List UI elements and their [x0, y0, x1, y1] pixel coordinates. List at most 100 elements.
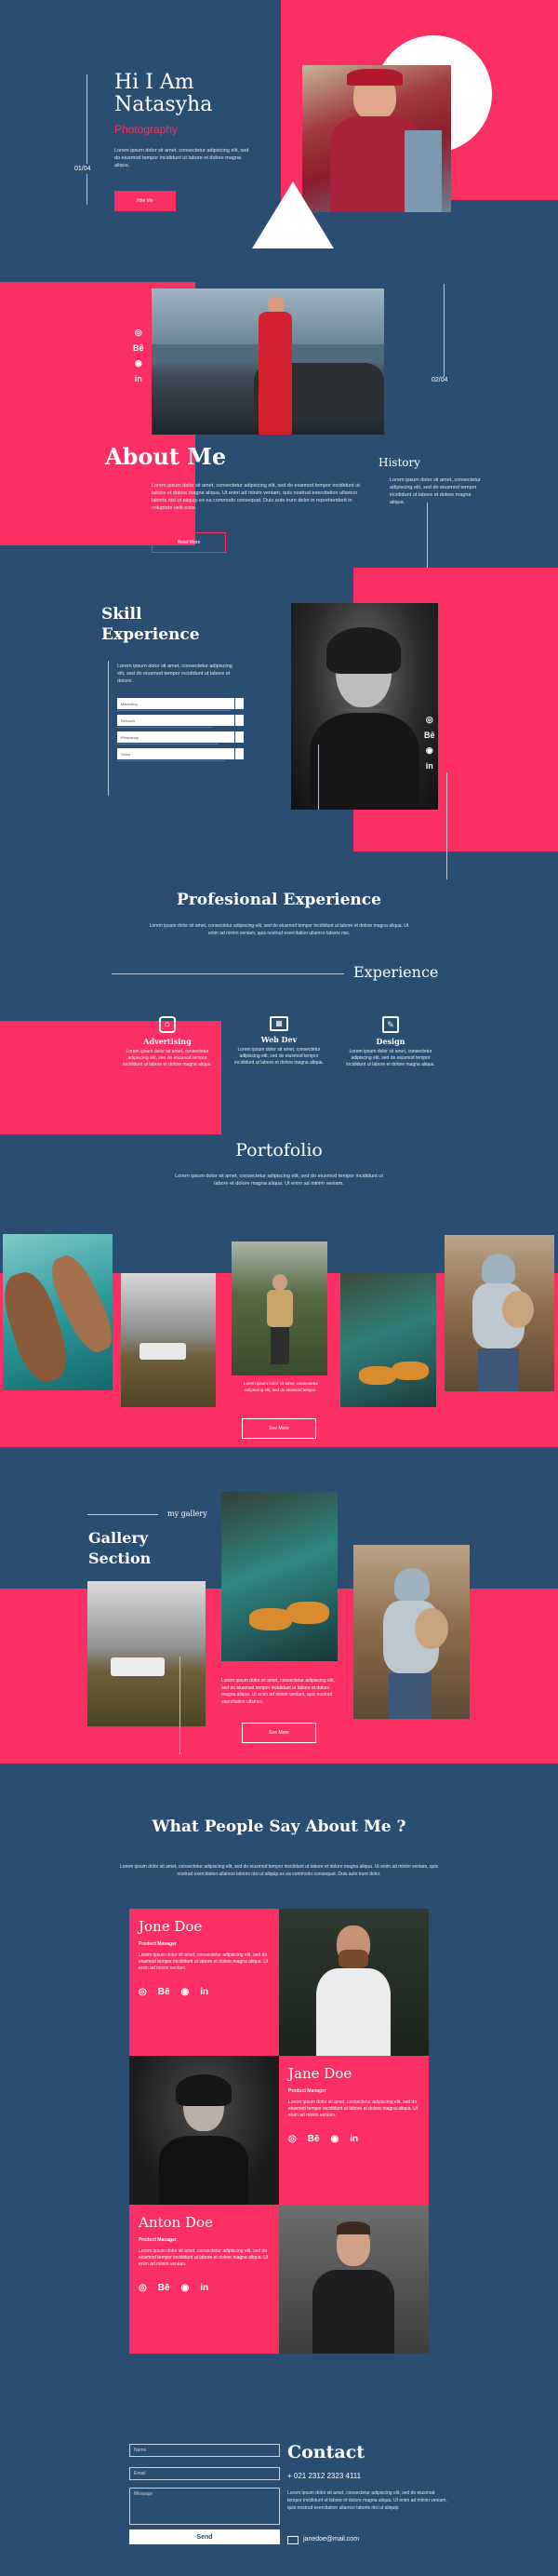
linkedin-icon[interactable]: in	[200, 2283, 208, 2293]
skill-bar-marketing: Marketing	[117, 698, 244, 711]
testimonial-text: Lorem ipsum dolor sit amet, consectetur …	[288, 2100, 418, 2118]
linkedin-icon[interactable]: in	[426, 761, 433, 771]
service-title: Advertising	[143, 1037, 192, 1046]
testimonial-social-row: ◎ Bē ◉ in	[288, 2134, 419, 2144]
about-photo	[152, 288, 384, 435]
hero-text: Lorem ipsum dolor sit amet, consectetur …	[114, 148, 249, 168]
contact-phone: + 021 2312 2323 4111	[287, 2472, 362, 2480]
service-design: ✎ Design Lorem ipsum dolor sit amet, con…	[344, 1016, 437, 1068]
hero-vertical-line	[86, 74, 87, 205]
about-text: Lorem ipsum dolor sit amet, consectetur …	[152, 483, 360, 511]
portfolio-title: Portofolio	[235, 1140, 323, 1161]
gallery-label: my gallery	[167, 1509, 207, 1518]
dribbble-icon[interactable]: ◎	[139, 2283, 147, 2293]
testimonial-card-jane: Jane Doe Product Manager Lorem ipsum dol…	[279, 2056, 429, 2205]
instagram-icon[interactable]: ◉	[181, 2283, 190, 2293]
linkedin-icon[interactable]: in	[135, 374, 142, 383]
gallery-text: Lorem ipsum dolor sit amet, consectetur …	[221, 1678, 335, 1705]
skill-label: Video	[121, 751, 131, 757]
testimonial-role: Product Manager	[139, 2237, 177, 2243]
hero-greeting: Hi I Am	[114, 71, 194, 94]
dribbble-icon[interactable]: ◎	[135, 328, 142, 338]
testimonials-title: What People Say About Me ?	[152, 1818, 406, 1836]
linkedin-icon[interactable]: in	[200, 1987, 208, 1997]
service-text: Lorem ipsum dolor sit amet, consectetur …	[234, 1047, 324, 1066]
testimonial-role: Product Manager	[139, 1941, 177, 1947]
skill-label: Retouch	[121, 718, 135, 723]
about-read-more-button[interactable]: Read More	[152, 532, 226, 553]
skill-left-line	[108, 661, 109, 796]
instagram-icon[interactable]: ◉	[331, 2134, 339, 2144]
service-text: Lorem ipsum dolor sit amet, consectetur …	[123, 1049, 212, 1067]
name-field[interactable]: Name	[129, 2444, 280, 2457]
service-title: Design	[376, 1037, 405, 1046]
testimonials-text: Lorem ipsum dolor sit amet, consectetur …	[119, 1864, 439, 1877]
service-title: Web Dev	[260, 1035, 298, 1044]
portfolio-see-more-button[interactable]: See More	[242, 1418, 316, 1439]
instagram-icon[interactable]: ◉	[181, 1987, 190, 1997]
history-text: Lorem ipsum dolor sit amet, consectetur …	[390, 477, 481, 505]
testimonial-name: Jone Doe	[139, 1918, 203, 1935]
skill-photo	[291, 603, 438, 810]
contact-text: Lorem ipsum dolor sit amet, consectetur …	[287, 2490, 447, 2511]
skill-title-line1: Skill	[101, 605, 142, 624]
hire-me-button[interactable]: Hire Me	[114, 191, 176, 211]
experience-label: Experience	[353, 963, 439, 981]
testimonial-social-row: ◎ Bē ◉ in	[139, 2283, 270, 2293]
dribbble-icon[interactable]: ◎	[139, 1987, 147, 1997]
service-advertising: ⌂ Advertising Lorem ipsum dolor sit amet…	[121, 1016, 214, 1068]
gallery-title-line1: Gallery	[88, 1529, 149, 1547]
mail-icon	[287, 2536, 299, 2544]
about-title: About Me	[105, 443, 227, 470]
portfolio-text: Lorem ipsum dolor sit amet, consectetur …	[175, 1174, 383, 1187]
behance-icon[interactable]: Bē	[424, 731, 435, 740]
portfolio-photo-field	[121, 1273, 216, 1407]
testimonial-role: Product Manager	[288, 2088, 326, 2094]
skill-title-line2: Experience	[101, 625, 200, 644]
skill-bars: Marketing Retouch Photoshop Video	[117, 698, 244, 765]
history-title: History	[379, 456, 421, 469]
testimonial-text: Lorem ipsum dolor sit amet, consectetur …	[139, 2248, 269, 2267]
skill-photo-line	[318, 745, 319, 810]
linkedin-icon[interactable]: in	[350, 2134, 358, 2144]
testimonial-photo-jone	[279, 1909, 429, 2056]
instagram-icon[interactable]: ◉	[135, 358, 142, 369]
behance-icon[interactable]: Bē	[133, 343, 144, 353]
dribbble-icon[interactable]: ◎	[288, 2134, 297, 2144]
behance-icon[interactable]: Bē	[158, 1987, 170, 1997]
portfolio-photo-woman	[232, 1241, 327, 1375]
hero-counter: 01/04	[74, 164, 91, 174]
behance-icon[interactable]: Bē	[308, 2134, 320, 2144]
contact-email[interactable]: janedoe@mail.com	[303, 2536, 359, 2542]
hero-name: Natasyha	[114, 93, 213, 116]
portfolio-photo-bear	[445, 1235, 554, 1391]
testimonial-card-jone: Jone Doe Product Manager Lorem ipsum dol…	[129, 1909, 279, 2056]
skill-label: Marketing	[121, 701, 138, 706]
gallery-photo-bear	[353, 1545, 470, 1719]
gallery-see-more-button[interactable]: See More	[242, 1723, 316, 1743]
about-social-column: ◎ Bē ◉ in	[133, 328, 144, 383]
email-field[interactable]: Email	[129, 2467, 280, 2480]
testimonial-name: Jane Doe	[288, 2065, 352, 2082]
experience-line	[112, 973, 344, 974]
send-button[interactable]: Send	[129, 2529, 280, 2544]
gallery-label-line	[87, 1514, 158, 1515]
contact-title: Contact	[287, 2442, 365, 2462]
portfolio-caption: Lorem ipsum dolor sit amet, consectetur …	[243, 1381, 319, 1392]
skill-bar-retouch: Retouch	[117, 715, 244, 728]
message-field[interactable]: Message	[129, 2488, 280, 2525]
instagram-icon[interactable]: ◉	[426, 745, 433, 756]
gallery-vertical-line	[179, 1657, 180, 1754]
skill-bar-video: Video	[117, 748, 244, 761]
skill-social-column: ◎ Bē ◉ in	[424, 715, 435, 771]
gallery-photo-river	[221, 1492, 338, 1661]
design-icon: ✎	[382, 1016, 399, 1033]
portfolio-photo-boats	[3, 1234, 113, 1390]
service-text: Lorem ipsum dolor sit amet, consectetur …	[346, 1049, 435, 1067]
testimonial-photo-anton	[279, 2205, 429, 2354]
testimonial-name: Anton Doe	[139, 2214, 213, 2231]
dribbble-icon[interactable]: ◎	[426, 715, 433, 725]
testimonial-social-row: ◎ Bē ◉ in	[139, 1987, 270, 1997]
skill-fill	[117, 727, 212, 728]
behance-icon[interactable]: Bē	[158, 2283, 170, 2293]
